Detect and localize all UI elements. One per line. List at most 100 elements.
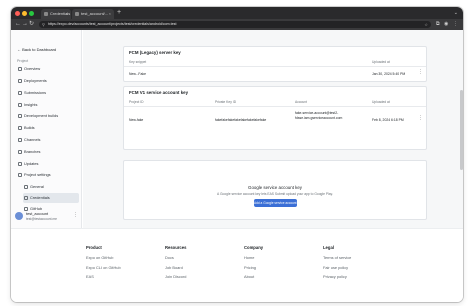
column-header: Key snippet	[129, 60, 147, 64]
fcm-legacy-card: FCM (Legacy) server key Key snippet Uplo…	[123, 46, 427, 82]
footer-link[interactable]: Expo CLI on GitHub	[86, 265, 121, 270]
divider	[124, 106, 426, 107]
forward-arrow-icon[interactable]: →	[22, 20, 28, 29]
browser-toolbar: ← → ↻ ⚲ https://expo.dev/accounts/test_a…	[11, 19, 463, 30]
footer-heading: Company	[244, 245, 264, 250]
deployments-icon	[18, 79, 22, 83]
browser-window: Credentials × test_account/... × + ⌄ ← →…	[11, 7, 463, 302]
avatar	[15, 212, 23, 220]
footer-link[interactable]: Expo on GitHub	[86, 256, 121, 260]
more-options-icon[interactable]: ⋮	[73, 212, 78, 218]
submissions-icon	[18, 91, 22, 95]
column-header: Uploaded at	[372, 100, 390, 104]
footer-link[interactable]: Home	[244, 256, 263, 260]
browser-tab-credentials[interactable]: Credentials ×	[41, 9, 71, 19]
sidebar-item-overview[interactable]: Overview	[17, 64, 79, 74]
favicon-icon	[44, 12, 48, 16]
sidebar-section-project: Project	[17, 59, 29, 63]
main-content: FCM (Legacy) server key Key snippet Uplo…	[83, 30, 463, 228]
close-tab-icon[interactable]: ×	[109, 9, 111, 19]
uploaded-at-value: Feb 8, 2024 6:18 PM	[372, 118, 404, 122]
sidebar-item-branches[interactable]: Branches	[17, 147, 79, 157]
account-value-line2: fdsse.iam.gserviceaccount.com	[295, 116, 343, 120]
browser-tab-bar: Credentials × test_account/... × + ⌄	[11, 7, 463, 19]
sidebar-item-submissions[interactable]: Submissions	[17, 88, 79, 98]
sidebar-item-updates[interactable]: Updates	[17, 159, 79, 169]
footer-link[interactable]: Pricing	[244, 265, 263, 270]
google-service-account-card: Google service account key A Google serv…	[123, 160, 427, 220]
settings-icon	[18, 173, 22, 177]
footer-heading: Legal	[323, 245, 334, 250]
maximize-window-button[interactable]	[29, 11, 34, 16]
add-google-service-account-key-button[interactable]: Add a Google service account key	[254, 199, 302, 207]
fcm-v1-card: FCM V1 service account key Project ID Pr…	[123, 86, 427, 150]
footer-column-product: Product Expo on GitHub Expo CLI on GitHu…	[86, 245, 121, 285]
tab-search-icon[interactable]: ⌄	[454, 8, 458, 18]
uploaded-at-value: Jan 30, 2024 5:40 PM	[372, 72, 406, 76]
close-tab-icon[interactable]: ×	[66, 9, 68, 19]
sidebar-item-insights[interactable]: Insights	[17, 100, 79, 110]
account-value-line1: fake-service-account@test2-	[295, 111, 339, 115]
empty-state-description: A Google service account key lets EAS Su…	[217, 192, 333, 196]
footer-link[interactable]: EAS	[86, 275, 121, 279]
browser-menu-icon[interactable]: ⋮	[453, 20, 458, 29]
sidebar-item-project-settings[interactable]: Project settings	[17, 170, 79, 180]
bookmark-star-icon[interactable]: ☆	[424, 21, 428, 28]
sidebar-subitem-general[interactable]: General	[23, 182, 79, 192]
site-info-icon[interactable]: ⚲	[42, 21, 45, 28]
sidebar-item-deployments[interactable]: Deployments	[17, 76, 79, 86]
column-header: Uploaded at	[372, 60, 390, 64]
sidebar-item-builds[interactable]: Builds	[17, 123, 79, 133]
footer-link[interactable]: Terms of service	[323, 256, 351, 260]
footer-heading: Resources	[165, 245, 187, 250]
favicon-icon	[75, 12, 79, 16]
credentials-icon	[24, 196, 28, 200]
insights-icon	[18, 103, 22, 107]
sidebar-item-channels[interactable]: Channels	[17, 135, 79, 145]
url-text: https://expo.dev/accounts/test_account/p…	[48, 22, 177, 26]
footer-column-company: Company Home Pricing About	[244, 245, 263, 285]
browser-tab-account[interactable]: test_account/... ×	[72, 9, 114, 19]
account-switcher[interactable]: test_account test@testaccount.me ⋮	[15, 209, 79, 225]
footer-link[interactable]: Privacy policy	[323, 275, 351, 279]
close-window-button[interactable]	[15, 11, 20, 16]
footer-link[interactable]: About	[244, 275, 263, 279]
tab-label: test_account/...	[81, 11, 109, 16]
column-header: Project ID	[129, 100, 144, 104]
back-arrow-icon[interactable]: ←	[15, 20, 21, 29]
sidebar-subitem-credentials[interactable]: Credentials	[23, 193, 79, 203]
footer-link[interactable]: Fair use policy	[323, 265, 351, 270]
sidebar-item-development-builds[interactable]: Development builds	[17, 111, 79, 121]
footer-link[interactable]: Docs	[165, 256, 186, 260]
footer-link[interactable]: Join Discord	[165, 275, 186, 279]
footer-link[interactable]: Job Board	[165, 265, 186, 270]
minimize-window-button[interactable]	[22, 11, 27, 16]
profile-icon[interactable]: ◉	[444, 20, 448, 29]
project-id-value: New-fake	[129, 118, 144, 122]
footer: Product Expo on GitHub Expo CLI on GitHu…	[11, 228, 463, 302]
extensions-icon[interactable]: ⧉	[436, 20, 440, 29]
card-title: FCM V1 service account key	[129, 90, 189, 95]
row-actions-icon[interactable]: ⋮	[418, 69, 423, 75]
new-tab-icon[interactable]: +	[117, 8, 121, 18]
divider	[124, 66, 426, 67]
general-icon	[24, 185, 28, 189]
account-email: test@testaccount.me	[26, 217, 58, 221]
back-to-dashboard-link[interactable]: ← Back to Dashboard	[17, 47, 56, 52]
scrollbar[interactable]	[460, 90, 463, 170]
column-header: Account	[295, 100, 307, 104]
footer-column-resources: Resources Docs Job Board Join Discord	[165, 245, 186, 285]
branches-icon	[18, 150, 22, 154]
card-title: FCM (Legacy) server key	[129, 50, 181, 55]
key-snippet-value: New...Fake	[129, 72, 146, 76]
private-key-id-value: fakefakefakefakefakefakefakefake	[215, 118, 267, 122]
address-bar[interactable]: ⚲ https://expo.dev/accounts/test_account…	[39, 21, 431, 28]
row-actions-icon[interactable]: ⋮	[418, 115, 423, 121]
account-name: test_account	[26, 211, 49, 216]
footer-column-legal: Legal Terms of service Fair use policy P…	[323, 245, 351, 285]
reload-icon[interactable]: ↻	[29, 20, 34, 29]
development-builds-icon	[18, 114, 22, 118]
sidebar: ← Back to Dashboard Project Overview Dep…	[11, 30, 82, 228]
channels-icon	[18, 138, 22, 142]
column-header: Private Key ID	[215, 100, 237, 104]
